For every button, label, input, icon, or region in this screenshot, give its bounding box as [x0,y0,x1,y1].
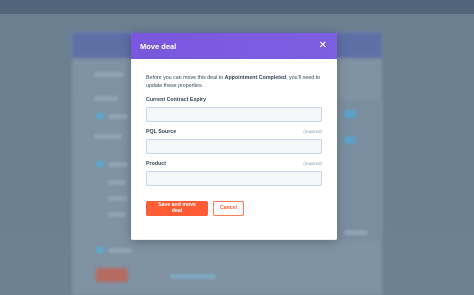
dialog-header: Move deal ✕ [131,33,337,59]
dialog-actions: Save and move deal Cancel [146,200,322,216]
background-line [108,196,128,201]
intro-text-start: Before you can move this deal to [146,75,225,81]
current-contract-expiry-input[interactable] [146,106,322,122]
field-label: Current Contract Expiry [146,96,207,103]
background-dot [96,246,104,254]
dialog-title: Move deal [140,41,177,51]
field-pql-source: PQL Source (required) [146,129,322,154]
save-and-move-button[interactable]: Save and move deal [146,200,208,216]
background-line [108,248,132,253]
background-link [170,274,216,279]
background-button [96,268,128,282]
field-label-row: Product (required) [146,161,322,169]
background-line [108,114,128,119]
close-icon[interactable]: ✕ [319,41,327,51]
background-line [94,72,124,77]
dialog-body: Before you can move this deal to Appoint… [131,59,337,216]
field-label: Product [146,160,167,167]
product-input[interactable] [146,170,322,186]
field-label-row: Current Contract Expiry [146,97,322,105]
background-line [344,230,368,235]
background-tag [344,136,356,144]
field-label: PQL Source [146,128,177,135]
field-required-note: (required) [303,128,322,134]
dialog-intro-text: Before you can move this deal to Appoint… [146,74,322,91]
field-required-note: (required) [303,160,322,166]
field-product: Product (required) [146,161,322,186]
field-current-contract-expiry: Current Contract Expiry [146,97,322,122]
background-line [94,134,122,139]
background-tag [344,110,356,118]
intro-stage-name: Appointment Completed [224,75,287,81]
background-line [108,180,126,185]
background-top-bar [0,0,474,14]
cancel-button[interactable]: Cancel [213,200,244,216]
dialog-bottom-border [131,239,337,240]
background-right-panel [338,100,382,240]
pql-source-input[interactable] [146,138,322,154]
background-line [94,96,118,101]
background-dot [96,112,104,120]
background-dot [96,160,104,168]
move-deal-dialog: Move deal ✕ Before you can move this dea… [131,33,337,240]
background-line [108,212,126,217]
field-label-row: PQL Source (required) [146,129,322,137]
background-line [108,162,128,167]
